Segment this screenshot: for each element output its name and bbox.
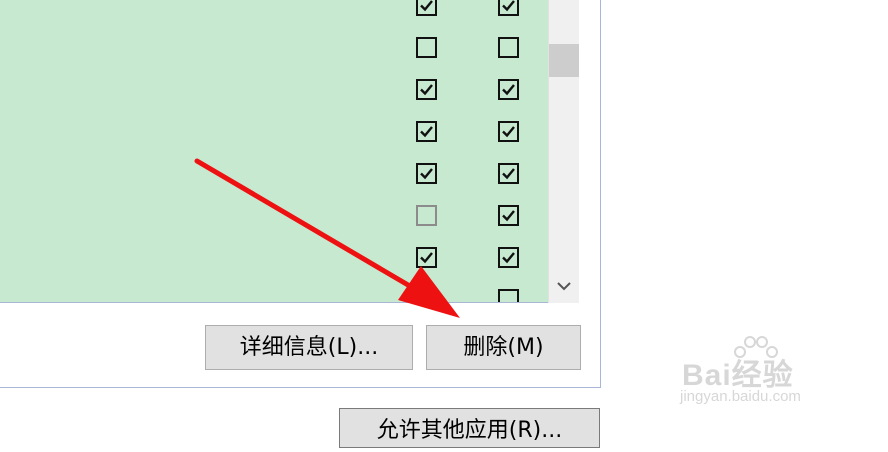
- private-network-checkbox[interactable]: [416, 0, 437, 16]
- check-mark-icon: [420, 252, 433, 264]
- check-mark-icon: [502, 252, 515, 264]
- check-mark-icon: [502, 168, 515, 180]
- public-network-checkbox[interactable]: [498, 289, 519, 302]
- baidu-jingyan-watermark: Bai经验 jingyan.baidu.com: [676, 332, 846, 412]
- chevron-down-icon: [557, 282, 571, 291]
- delete-button[interactable]: 删除(M): [426, 325, 581, 370]
- check-mark-icon: [420, 84, 433, 96]
- list-scrollbar[interactable]: [548, 0, 579, 303]
- scrollbar-thumb[interactable]: [549, 44, 579, 77]
- allowed-apps-list[interactable]: [0, 0, 579, 303]
- public-network-checkbox[interactable]: [498, 121, 519, 142]
- check-mark-icon: [420, 168, 433, 180]
- public-network-checkbox[interactable]: [498, 0, 519, 16]
- private-network-checkbox[interactable]: [416, 247, 437, 268]
- details-button[interactable]: 详细信息(L)...: [205, 325, 413, 370]
- check-mark-icon: [502, 0, 515, 12]
- allow-other-app-button[interactable]: 允许其他应用(R)...: [339, 408, 600, 448]
- public-network-checkbox[interactable]: [498, 37, 519, 58]
- check-mark-icon: [420, 0, 433, 12]
- private-network-checkbox[interactable]: [416, 163, 437, 184]
- check-mark-icon: [502, 126, 515, 138]
- check-mark-icon: [420, 294, 433, 302]
- public-network-checkbox[interactable]: [498, 163, 519, 184]
- private-network-checkbox[interactable]: [416, 289, 437, 302]
- private-network-checkbox[interactable]: [416, 205, 437, 226]
- check-mark-icon: [502, 210, 515, 222]
- private-network-checkbox[interactable]: [416, 37, 437, 58]
- private-network-checkbox[interactable]: [416, 121, 437, 142]
- check-mark-icon: [420, 126, 433, 138]
- public-network-checkbox[interactable]: [498, 79, 519, 100]
- watermark-url: jingyan.baidu.com: [680, 388, 801, 405]
- scroll-down-button[interactable]: [549, 271, 579, 301]
- private-network-checkbox[interactable]: [416, 79, 437, 100]
- public-network-checkbox[interactable]: [498, 205, 519, 226]
- check-mark-icon: [502, 84, 515, 96]
- public-network-checkbox[interactable]: [498, 247, 519, 268]
